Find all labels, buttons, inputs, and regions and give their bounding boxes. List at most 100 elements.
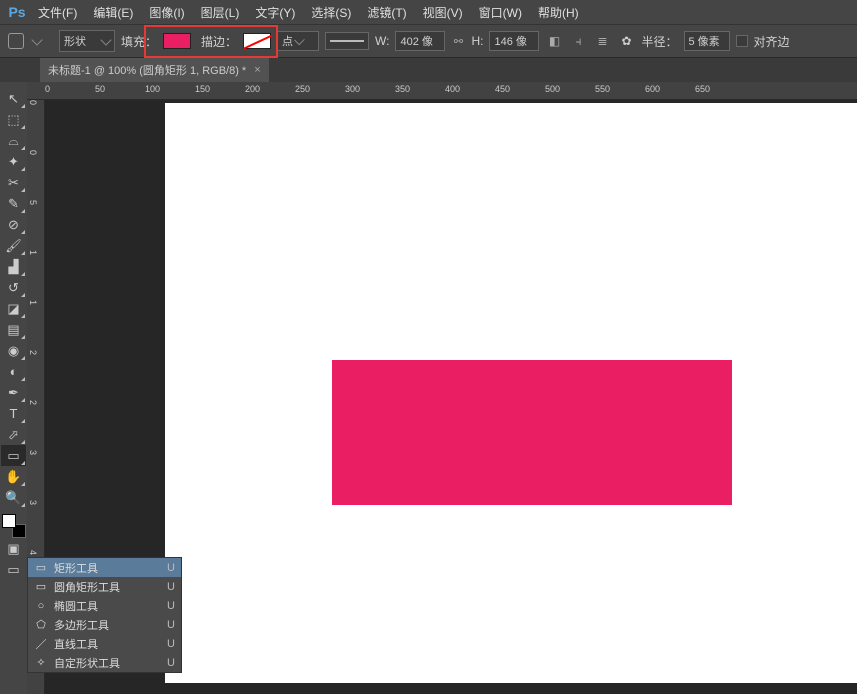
ruler-mark: 5 (28, 200, 38, 205)
ruler-mark: 450 (495, 84, 510, 94)
ruler-mark: 1 (28, 250, 38, 255)
flyout-item-label: 圆角矩形工具 (54, 579, 161, 595)
flyout-item-shortcut: U (167, 562, 175, 574)
toolbox: ↖ ⬚ ⌓ ✦ ✂ ✎ ⊘ 🖌 ▟ ↺ ◪ ▤ ◉ ◐ ✒ T ⬀ ▭ ✋ 🔍 … (0, 82, 27, 694)
app-logo: Ps (4, 2, 30, 22)
flyout-item-label: 椭圆工具 (54, 598, 161, 614)
ruler-mark: 3 (28, 500, 38, 505)
tool-history[interactable]: ↺ (1, 277, 26, 298)
menu-file[interactable]: 文件(F) (30, 1, 85, 24)
tool-blur[interactable]: ◉ (1, 340, 26, 361)
ruler-mark: 350 (395, 84, 410, 94)
path-operations-icon[interactable]: ◧ (545, 32, 563, 50)
tool-lasso[interactable]: ⌓ (1, 130, 26, 151)
workspace: ↖ ⬚ ⌓ ✦ ✂ ✎ ⊘ 🖌 ▟ ↺ ◪ ▤ ◉ ◐ ✒ T ⬀ ▭ ✋ 🔍 … (0, 82, 857, 694)
tool-hand[interactable]: ✋ (1, 466, 26, 487)
ruler-mark: 50 (95, 84, 105, 94)
ruler-mark: 400 (445, 84, 460, 94)
radius-label: 半径： (641, 33, 677, 50)
radius-field[interactable]: 5 像素 (684, 31, 730, 51)
menu-window[interactable]: 窗口(W) (471, 1, 530, 24)
close-icon[interactable]: × (254, 64, 260, 76)
tool-eyedropper[interactable]: ✎ (1, 193, 26, 214)
tool-path-select[interactable]: ⬀ (1, 424, 26, 445)
tool-mode-select[interactable]: 形状 (59, 30, 115, 52)
flyout-item-3[interactable]: ⬠多边形工具U (28, 615, 181, 634)
flyout-item-shortcut: U (167, 657, 175, 669)
chevron-down-icon (294, 34, 305, 45)
shape-icon: ⬠ (34, 618, 48, 631)
tool-gradient[interactable]: ▤ (1, 319, 26, 340)
tool-shape[interactable]: ▭ (1, 445, 26, 466)
tool-marquee[interactable]: ⬚ (1, 109, 26, 130)
flyout-item-0[interactable]: ▭ 矩形工具 U (28, 558, 181, 577)
flyout-item-4[interactable]: ／直线工具U (28, 634, 181, 653)
flyout-item-label: 多边形工具 (54, 617, 161, 633)
tool-magic-wand[interactable]: ✦ (1, 151, 26, 172)
ruler-mark: 250 (295, 84, 310, 94)
menu-filter[interactable]: 滤镜(T) (359, 1, 414, 24)
chevron-down-icon (100, 34, 111, 45)
foreground-color-swatch[interactable] (2, 514, 16, 528)
tool-clone[interactable]: ▟ (1, 256, 26, 277)
ruler-mark: 1 (28, 300, 38, 305)
ruler-mark: 4 (28, 550, 38, 555)
ruler-mark: 100 (145, 84, 160, 94)
rounded-rectangle-shape[interactable] (332, 360, 732, 505)
flyout-item-label: 自定形状工具 (54, 655, 161, 671)
link-icon[interactable]: ⚯ (451, 34, 465, 48)
shape-icon: ▭ (34, 561, 48, 574)
menu-layer[interactable]: 图层(L) (193, 1, 248, 24)
stroke-color-swatch[interactable] (243, 33, 271, 49)
flyout-item-label: 矩形工具 (54, 560, 161, 576)
ruler-mark: 2 (28, 400, 38, 405)
align-edges-checkbox[interactable] (736, 35, 748, 47)
tool-type[interactable]: T (1, 403, 26, 424)
tool-brush[interactable]: 🖌 (1, 235, 26, 256)
menubar: Ps 文件(F) 编辑(E) 图像(I) 图层(L) 文字(Y) 选择(S) 滤… (0, 0, 857, 24)
tool-screenmode[interactable]: ▭ (1, 559, 26, 580)
flyout-item-1[interactable]: ▭圆角矩形工具U (28, 577, 181, 596)
tool-pen[interactable]: ✒ (1, 382, 26, 403)
ruler-mark: 2 (28, 350, 38, 355)
flyout-item-2[interactable]: ○椭圆工具U (28, 596, 181, 615)
fill-label: 填充： (121, 33, 157, 50)
width-label: W: (375, 34, 389, 48)
tool-eraser[interactable]: ◪ (1, 298, 26, 319)
flyout-item-5[interactable]: ✧自定形状工具U (28, 653, 181, 672)
menu-edit[interactable]: 编辑(E) (85, 1, 141, 24)
ruler-mark: 600 (645, 84, 660, 94)
width-field[interactable]: 402 像 (395, 31, 445, 51)
path-arrange-icon[interactable]: ≣ (593, 32, 611, 50)
height-label: H: (471, 34, 483, 48)
horizontal-ruler: 050100150200250300350400450500550600650 (27, 82, 857, 100)
path-align-icon[interactable]: ⫞ (569, 32, 587, 50)
shape-tool-flyout: ▭矩形工具U▭圆角矩形工具U○椭圆工具U⬠多边形工具U／直线工具U✧自定形状工具… (27, 557, 182, 673)
menu-type[interactable]: 文字(Y) (247, 1, 303, 24)
document-tab[interactable]: 未标题-1 @ 100% (圆角矩形 1, RGB/8) * × (40, 58, 269, 82)
tool-healing[interactable]: ⊘ (1, 214, 26, 235)
active-tool-icon[interactable] (8, 33, 24, 49)
tool-zoom[interactable]: 🔍 (1, 487, 26, 508)
stroke-style-dropdown[interactable] (325, 32, 369, 50)
stroke-width-field[interactable]: 点 (277, 31, 319, 51)
document-tabs: 未标题-1 @ 100% (圆角矩形 1, RGB/8) * × (0, 58, 857, 82)
menu-help[interactable]: 帮助(H) (530, 1, 587, 24)
menu-image[interactable]: 图像(I) (141, 1, 192, 24)
height-field[interactable]: 146 像 (489, 31, 539, 51)
artboard[interactable] (165, 103, 857, 683)
fill-color-swatch[interactable] (163, 33, 191, 49)
menu-select[interactable]: 选择(S) (303, 1, 359, 24)
tool-move[interactable]: ↖ (1, 88, 26, 109)
options-bar: 形状 填充： 描边： 点 W: 402 像 ⚯ H: 146 像 ◧ ⫞ ≣ ✿… (0, 24, 857, 58)
tool-crop[interactable]: ✂ (1, 172, 26, 193)
chevron-down-icon[interactable] (31, 34, 42, 45)
gear-icon[interactable]: ✿ (617, 32, 635, 50)
ruler-mark: 0 (28, 150, 38, 155)
menu-view[interactable]: 视图(V) (415, 1, 471, 24)
color-swatches[interactable] (2, 514, 26, 538)
tool-quickmask[interactable]: ▣ (1, 538, 26, 559)
ruler-mark: 3 (28, 450, 38, 455)
tool-dodge[interactable]: ◐ (1, 361, 26, 382)
shape-icon: ▭ (34, 580, 48, 593)
